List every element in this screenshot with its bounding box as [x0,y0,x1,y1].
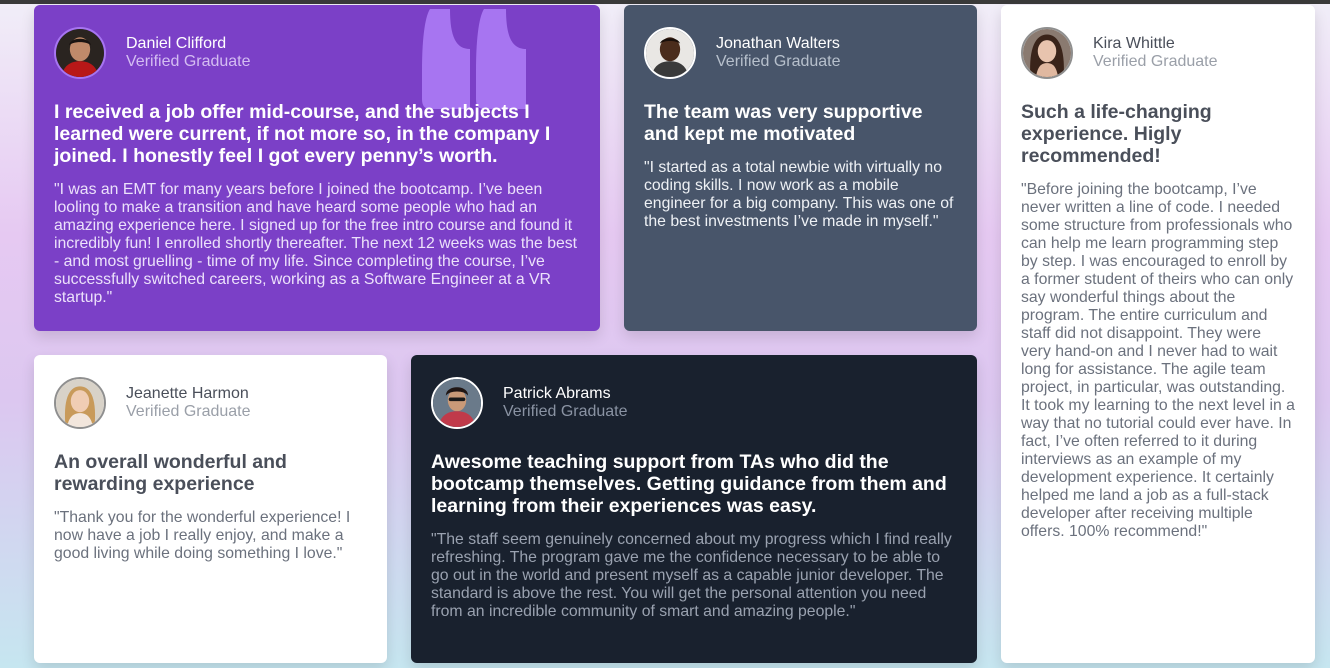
avatar [54,27,106,79]
testimonial-quote: "I started as a total newbie with virtua… [644,159,954,230]
author-block: Daniel Clifford Verified Graduate [54,25,580,81]
author-role: Verified Graduate [503,403,628,420]
author-role: Verified Graduate [126,403,251,420]
testimonial-quote: "Thank you for the wonderful experience!… [54,509,351,562]
testimonial-headline: Such a life-changing experience. Higly r… [1021,101,1212,167]
avatar [54,377,106,429]
testimonial-card-jeanette: Jeanette Harmon Verified Graduate An ove… [34,355,387,663]
author-block: Jonathan Walters Verified Graduate [644,25,957,81]
testimonial-card-patrick: Patrick Abrams Verified Graduate Awesome… [411,355,977,663]
testimonial-quote: "Before joining the bootcamp, I’ve never… [1021,181,1295,540]
testimonial-headline: I received a job offer mid-course, and t… [54,101,551,167]
browser-top-bar [0,0,1330,4]
testimonial-headline: The team was very supportive and kept me… [644,101,923,145]
author-name: Kira Whittle [1093,35,1175,52]
avatar [1021,27,1073,79]
testimonial-card-daniel: Daniel Clifford Verified Graduate I rece… [34,5,600,331]
author-role: Verified Graduate [716,53,841,70]
author-role: Verified Graduate [126,53,251,70]
author-role: Verified Graduate [1093,53,1218,70]
avatar [431,377,483,429]
testimonial-card-kira: Kira Whittle Verified Graduate Such a li… [1001,5,1315,663]
author-block: Patrick Abrams Verified Graduate [431,375,957,431]
testimonial-quote: "The staff seem genuinely concerned abou… [431,531,952,620]
author-block: Kira Whittle Verified Graduate [1021,25,1295,81]
testimonial-quote: "I was an EMT for many years before I jo… [54,181,578,306]
testimonial-headline: An overall wonderful and rewarding exper… [54,451,287,495]
avatar [644,27,696,79]
author-name: Patrick Abrams [503,385,611,402]
author-name: Daniel Clifford [126,35,227,52]
testimonial-card-jonathan: Jonathan Walters Verified Graduate The t… [624,5,977,331]
author-block: Jeanette Harmon Verified Graduate [54,375,367,431]
author-name: Jeanette Harmon [126,385,249,402]
testimonial-headline: Awesome teaching support from TAs who di… [431,451,947,517]
author-name: Jonathan Walters [716,35,840,52]
